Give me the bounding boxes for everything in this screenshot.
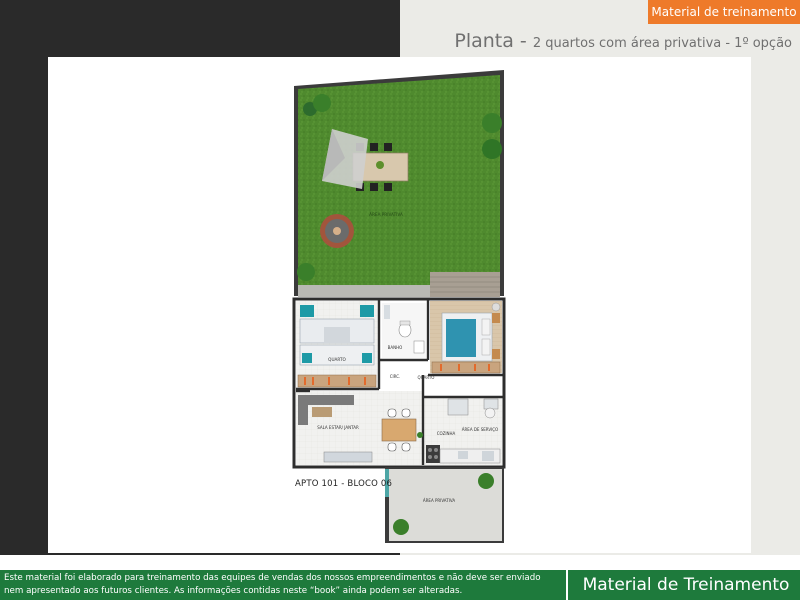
floor-plan-canvas: ÁREA PRIVATIVA QUARTO BANHO QUARTO CIRC.… xyxy=(48,57,751,553)
garden-top-label: ÁREA PRIVATIVA xyxy=(369,212,403,217)
apartment-floor: QUARTO BANHO QUARTO CIRC. SALA ESTAR/ JA… xyxy=(292,297,506,469)
living-label: SALA ESTAR/ JANTAR xyxy=(317,425,359,430)
kitchen-label: COZINHA xyxy=(437,431,456,436)
bottom-private-area: ÁREA PRIVATIVA xyxy=(385,467,504,543)
circulation-label: CIRC. xyxy=(390,374,401,379)
slide-title: Planta - 2 quartos com área privativa - … xyxy=(454,30,792,54)
shrub xyxy=(478,473,494,489)
footer-divider xyxy=(566,570,568,600)
service-area-label: ÁREA DE SERVIÇO xyxy=(462,427,498,432)
shrub xyxy=(393,519,409,535)
shrub xyxy=(482,139,502,159)
bedroom-2-label: QUARTO xyxy=(418,375,435,380)
shrub xyxy=(482,113,502,133)
bathroom-label: BANHO xyxy=(388,345,403,350)
garden-bottom-label: ÁREA PRIVATIVA xyxy=(423,498,455,503)
top-private-area: ÁREA PRIVATIVA xyxy=(294,70,504,297)
footer-bar: Este material foi elaborado para treinam… xyxy=(0,570,800,600)
apartment-label: APTO 101 - BLOCO 06 xyxy=(295,479,393,489)
bedroom-2-furniture xyxy=(431,302,501,374)
training-badge: Material de treinamento xyxy=(648,0,800,24)
shrub xyxy=(297,263,315,281)
slide-title-main: Planta - xyxy=(454,30,533,52)
footer-disclaimer: Este material foi elaborado para treinam… xyxy=(4,573,541,596)
shrub xyxy=(313,94,331,112)
round-outdoor-table xyxy=(320,214,354,248)
bedroom-1-label: QUARTO xyxy=(328,357,346,362)
slide-title-sub: 2 quartos com área privativa - 1º opção xyxy=(532,36,792,51)
footer-brand: Material de Treinamento xyxy=(582,575,790,595)
garden-deck xyxy=(430,272,500,297)
floor-plan-drawing: ÁREA PRIVATIVA QUARTO BANHO QUARTO CIRC.… xyxy=(292,70,506,543)
